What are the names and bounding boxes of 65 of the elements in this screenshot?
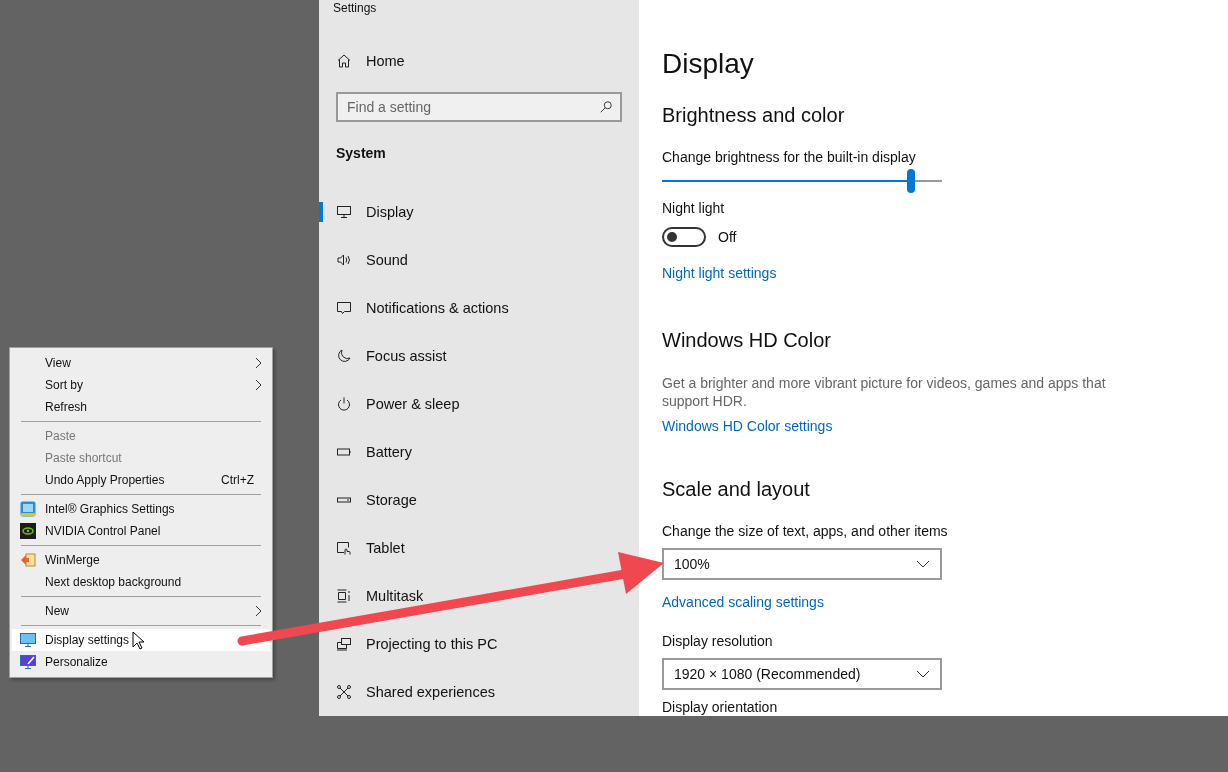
menu-item[interactable]: Next desktop background (12, 571, 270, 593)
sidebar-item[interactable]: Sound (319, 236, 639, 284)
brightness-slider[interactable] (662, 169, 942, 193)
settings-link[interactable]: Windows HD Color settings (662, 416, 833, 436)
section-heading: Windows HD Color (662, 328, 831, 353)
page-title: Display (662, 47, 754, 81)
window-title: Settings (333, 1, 377, 15)
toggle-label: Night light (662, 199, 725, 218)
dropdown-label: Change the size of text, apps, and other items (662, 522, 948, 541)
mouse-pointer-icon (132, 631, 144, 650)
sidebar-item[interactable]: Notifications & actions (319, 284, 639, 332)
sidebar-item[interactable]: Multitask (319, 572, 639, 620)
power-icon (336, 396, 352, 412)
section-heading: Scale and layout (662, 477, 810, 502)
menu-item[interactable]: Sort by (12, 374, 270, 396)
resolution-dropdown[interactable]: 1920 × 1080 (Recommended) (662, 658, 942, 690)
app-icon (20, 523, 36, 539)
chevron-right-icon (255, 379, 262, 391)
search-icon (599, 100, 613, 114)
menu-item[interactable]: Intel® Graphics Settings (12, 498, 270, 520)
monitor-icon (20, 632, 36, 648)
sidebar-item[interactable]: Tablet (319, 524, 639, 572)
monitor-icon (20, 654, 36, 670)
dropdown-label: Display resolution (662, 632, 773, 651)
description: Get a brighter and more vibrant picture for videos, games and apps that support HDR. (662, 374, 1107, 410)
sidebar-item[interactable]: Power & sleep (319, 380, 639, 428)
sidebar-item[interactable]: Projecting to this PC (319, 620, 639, 668)
setting-label: Display orientation (662, 698, 778, 716)
speech-bubble-icon (336, 300, 352, 316)
section-heading: Brightness and color (662, 103, 845, 128)
multitasking-icon (336, 588, 352, 604)
chevron-right-icon (255, 605, 262, 617)
monitor-icon (336, 204, 352, 220)
chevron-right-icon (255, 357, 262, 369)
menu-item[interactable]: View (12, 352, 270, 374)
menu-item[interactable]: NVIDIA Control Panel (12, 520, 270, 542)
home-link[interactable]: Home (319, 46, 639, 76)
menu-item[interactable]: Display settings (12, 629, 270, 651)
chevron-down-icon (916, 670, 930, 678)
night-light-toggle[interactable] (662, 227, 706, 247)
section-heading: System (335, 144, 386, 163)
slider-label: Change brightness for the built-in display (662, 148, 916, 167)
moon-icon (336, 348, 352, 364)
scale-dropdown[interactable]: 100% (662, 548, 942, 580)
sidebar-item[interactable]: Shared experiences (319, 668, 639, 716)
tablet-icon (336, 540, 352, 556)
settings-link[interactable]: Night light settings (662, 263, 777, 283)
menu-item[interactable]: New (12, 600, 270, 622)
menu-item[interactable]: WinMerge (12, 549, 270, 571)
settings-link[interactable]: Advanced scaling settings (662, 592, 824, 612)
menu-item[interactable]: Undo Apply Properties Ctrl+Z (12, 469, 270, 491)
sidebar-item[interactable]: Battery (319, 428, 639, 476)
projector-icon (336, 636, 352, 652)
sidebar-item[interactable]: Storage (319, 476, 639, 524)
menu-item[interactable]: Refresh (12, 396, 270, 418)
app-icon (20, 501, 36, 517)
search-field[interactable]: Find a setting (336, 92, 622, 122)
toggle-state: Off (718, 228, 737, 247)
chevron-down-icon (916, 560, 930, 568)
sidebar-item[interactable]: Focus assist (319, 332, 639, 380)
app-icon (20, 552, 36, 568)
menu-item[interactable]: Personalize (12, 651, 270, 673)
speaker-icon (336, 252, 352, 268)
network-nodes-icon (336, 684, 352, 700)
home-icon (336, 53, 352, 70)
